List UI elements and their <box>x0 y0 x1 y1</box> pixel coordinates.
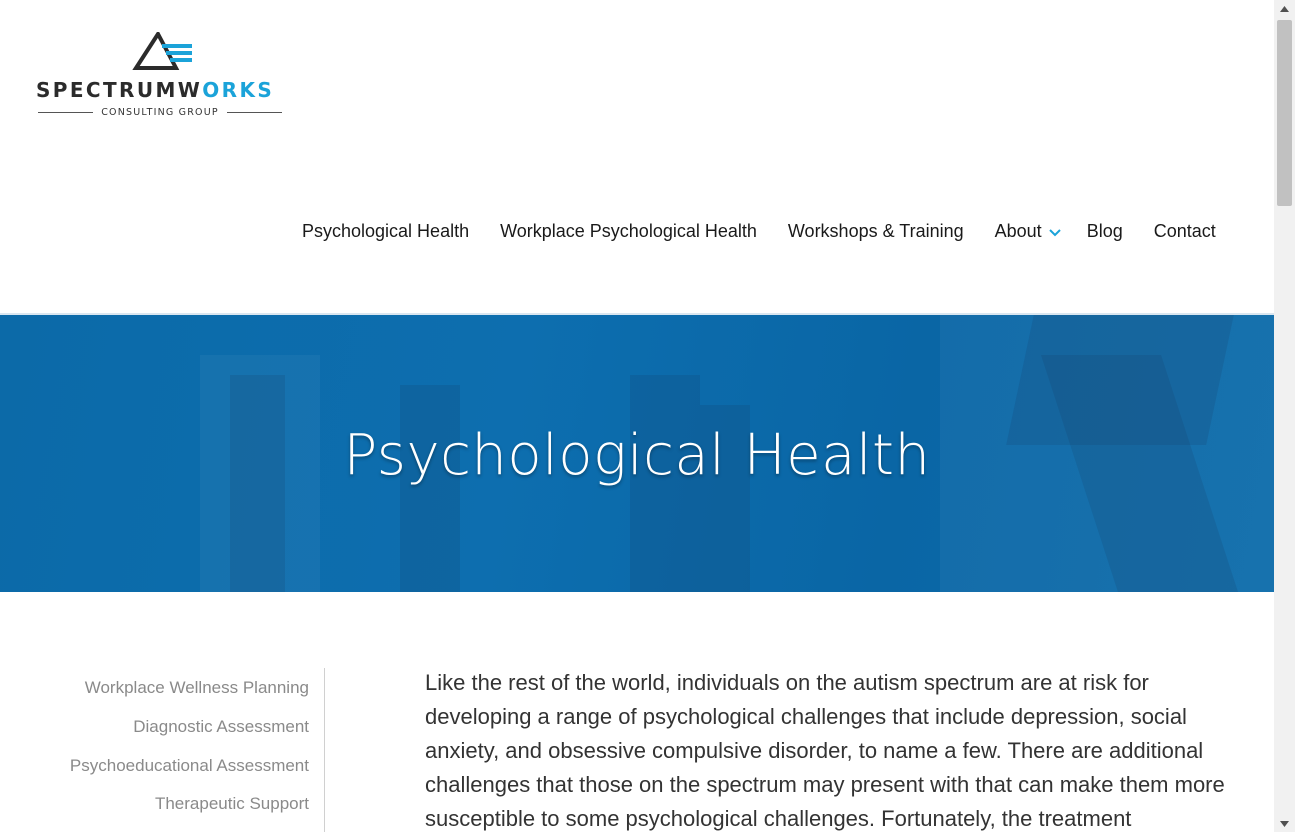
nav-psychological-health[interactable]: Psychological Health <box>302 221 469 242</box>
logo-subtitle: CONSULTING GROUP <box>38 107 283 118</box>
page-title: Psychological Health <box>343 423 931 488</box>
nav-workplace-psychological-health[interactable]: Workplace Psychological Health <box>500 221 757 242</box>
site-header: SPECTRUMWORKS CONSULTING GROUP Psycholog… <box>0 0 1274 313</box>
chevron-down-icon[interactable] <box>1048 226 1062 240</box>
nav-workshops-training[interactable]: Workshops & Training <box>788 221 964 242</box>
hero-bg-figure <box>400 385 460 592</box>
logo-wordmark: SPECTRUMWORKS <box>36 78 274 102</box>
site-logo[interactable]: SPECTRUMWORKS CONSULTING GROUP <box>36 30 286 126</box>
scroll-thumb[interactable] <box>1277 20 1292 206</box>
hero-banner: Psychological Health <box>0 313 1274 592</box>
nav-about-label: About <box>994 220 1042 241</box>
nav-contact[interactable]: Contact <box>1154 221 1216 242</box>
logo-divider-left <box>38 112 94 113</box>
scroll-up-button[interactable] <box>1274 0 1295 17</box>
nav-blog[interactable]: Blog <box>1087 221 1123 242</box>
main-nav: Psychological Health Workplace Psycholog… <box>302 216 1216 246</box>
sidebar-item-workplace-wellness[interactable]: Workplace Wellness Planning <box>85 678 309 698</box>
logo-divider-right <box>226 112 283 113</box>
logo-word-blue: RKS <box>221 78 275 102</box>
logo-mark-icon <box>132 32 192 70</box>
nav-about[interactable]: About <box>995 221 1062 242</box>
triangle-down-icon <box>1280 820 1289 827</box>
intro-paragraph: Like the rest of the world, individuals … <box>425 670 1225 831</box>
sidebar-item-psychoeducational-assessment[interactable]: Psychoeducational Assessment <box>70 756 309 776</box>
service-sidebar: Workplace Wellness Planning Diagnostic A… <box>0 668 325 832</box>
sidebar-item-diagnostic-assessment[interactable]: Diagnostic Assessment <box>133 717 309 737</box>
vertical-scrollbar[interactable] <box>1274 0 1295 832</box>
logo-subtitle-text: CONSULTING GROUP <box>101 107 219 118</box>
logo-word-dark: SPECTRUMW <box>36 78 203 102</box>
logo-word-gear: O <box>202 78 222 102</box>
scroll-down-button[interactable] <box>1274 815 1295 832</box>
sidebar-item-therapeutic-support[interactable]: Therapeutic Support <box>155 794 309 814</box>
triangle-up-icon <box>1280 5 1289 12</box>
